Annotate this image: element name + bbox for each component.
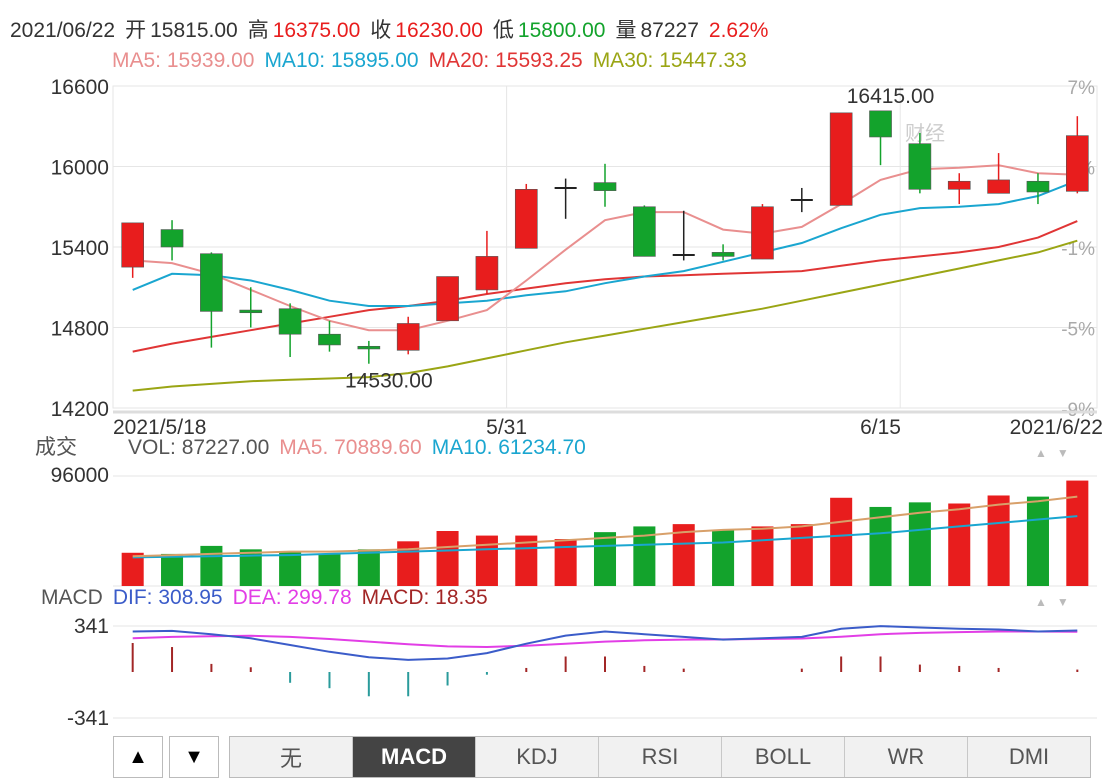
- volume-bar: [475, 535, 498, 586]
- scroll-down-button[interactable]: ▼: [169, 736, 219, 778]
- dea-line: [132, 630, 1078, 649]
- volume-bar: [436, 531, 459, 586]
- volume-tick-label: 96000: [51, 464, 109, 487]
- stock-chart: 166007%160003%15400-1%14800-5%14200-9%20…: [51, 76, 1103, 730]
- price-tick-label: 15400: [51, 237, 109, 260]
- volume-bar: [790, 524, 813, 586]
- candle-body: [869, 110, 892, 138]
- watermark-text: 财经: [905, 122, 945, 145]
- candle-body: [987, 179, 1010, 194]
- candle-body: [751, 206, 774, 260]
- volume-bar: [751, 526, 774, 586]
- candle-body: [593, 182, 617, 191]
- max-price-annotation: 16415.00: [847, 85, 935, 108]
- x-tick-label: 6/15: [860, 416, 901, 439]
- tab-none[interactable]: 无: [230, 737, 353, 777]
- tab-boll[interactable]: BOLL: [722, 737, 845, 777]
- candle-body: [475, 256, 499, 291]
- price-tick-label: 16600: [51, 76, 109, 99]
- x-tick-label: 5/31: [486, 416, 527, 439]
- candle-body: [396, 323, 420, 351]
- pct-tick-label: -1%: [1061, 239, 1095, 260]
- volume-bar: [279, 551, 302, 586]
- volume-bar: [200, 545, 223, 586]
- candle-body: [514, 189, 538, 249]
- dif-line: [132, 625, 1078, 661]
- volume-bar: [987, 495, 1010, 586]
- candle-body: [200, 253, 223, 312]
- tab-kdj[interactable]: KDJ: [476, 737, 599, 777]
- indicator-tabs: 无 MACD KDJ RSI BOLL WR DMI: [229, 736, 1091, 778]
- volume-bar: [948, 503, 971, 586]
- volume-bar: [357, 549, 380, 586]
- pct-tick-label: -5%: [1061, 320, 1095, 341]
- candle-body: [1026, 180, 1050, 193]
- tab-wr[interactable]: WR: [845, 737, 968, 777]
- candle-body: [633, 206, 656, 257]
- price-tick-label: 16000: [51, 157, 109, 180]
- price-tick-label: 14200: [51, 398, 109, 421]
- tab-rsi[interactable]: RSI: [599, 737, 722, 777]
- x-tick-label: 2021/6/22: [1010, 416, 1103, 439]
- volume-bar: [1066, 480, 1089, 586]
- candle-body: [1065, 135, 1089, 192]
- candle-body: [239, 309, 263, 314]
- min-price-annotation: 14530.00: [345, 370, 433, 393]
- candle-body: [357, 345, 381, 350]
- volume-bar: [1026, 496, 1049, 586]
- tab-dmi[interactable]: DMI: [968, 737, 1090, 777]
- up-arrow-icon: ▲: [128, 745, 148, 768]
- scroll-up-button[interactable]: ▲: [113, 736, 163, 778]
- volume-bar: [830, 497, 853, 586]
- candle-body: [436, 276, 459, 322]
- candle-body: [160, 229, 184, 248]
- tab-macd[interactable]: MACD: [353, 737, 476, 777]
- candle-body: [829, 112, 853, 206]
- down-arrow-icon: ▼: [184, 745, 204, 768]
- macd-tick-label: -341: [67, 707, 109, 730]
- candle-body: [318, 333, 341, 346]
- x-tick-label: 2021/5/18: [113, 416, 206, 439]
- volume-bar: [318, 553, 341, 586]
- volume-bar: [908, 502, 931, 586]
- candle-body: [947, 180, 971, 190]
- ma30-line: [132, 239, 1078, 392]
- volume-bar: [161, 553, 184, 586]
- candle-body: [278, 308, 302, 335]
- candle-body: [121, 222, 145, 268]
- indicator-tab-bar: ▲ ▼ 无 MACD KDJ RSI BOLL WR DMI: [113, 736, 1113, 778]
- pct-tick-label: 7%: [1068, 78, 1096, 99]
- candle-body: [711, 252, 735, 257]
- volume-bar: [712, 529, 735, 586]
- volume-bar: [593, 532, 617, 586]
- price-tick-label: 14800: [51, 318, 109, 341]
- candle-body: [908, 143, 932, 190]
- macd-tick-label: 341: [74, 615, 109, 638]
